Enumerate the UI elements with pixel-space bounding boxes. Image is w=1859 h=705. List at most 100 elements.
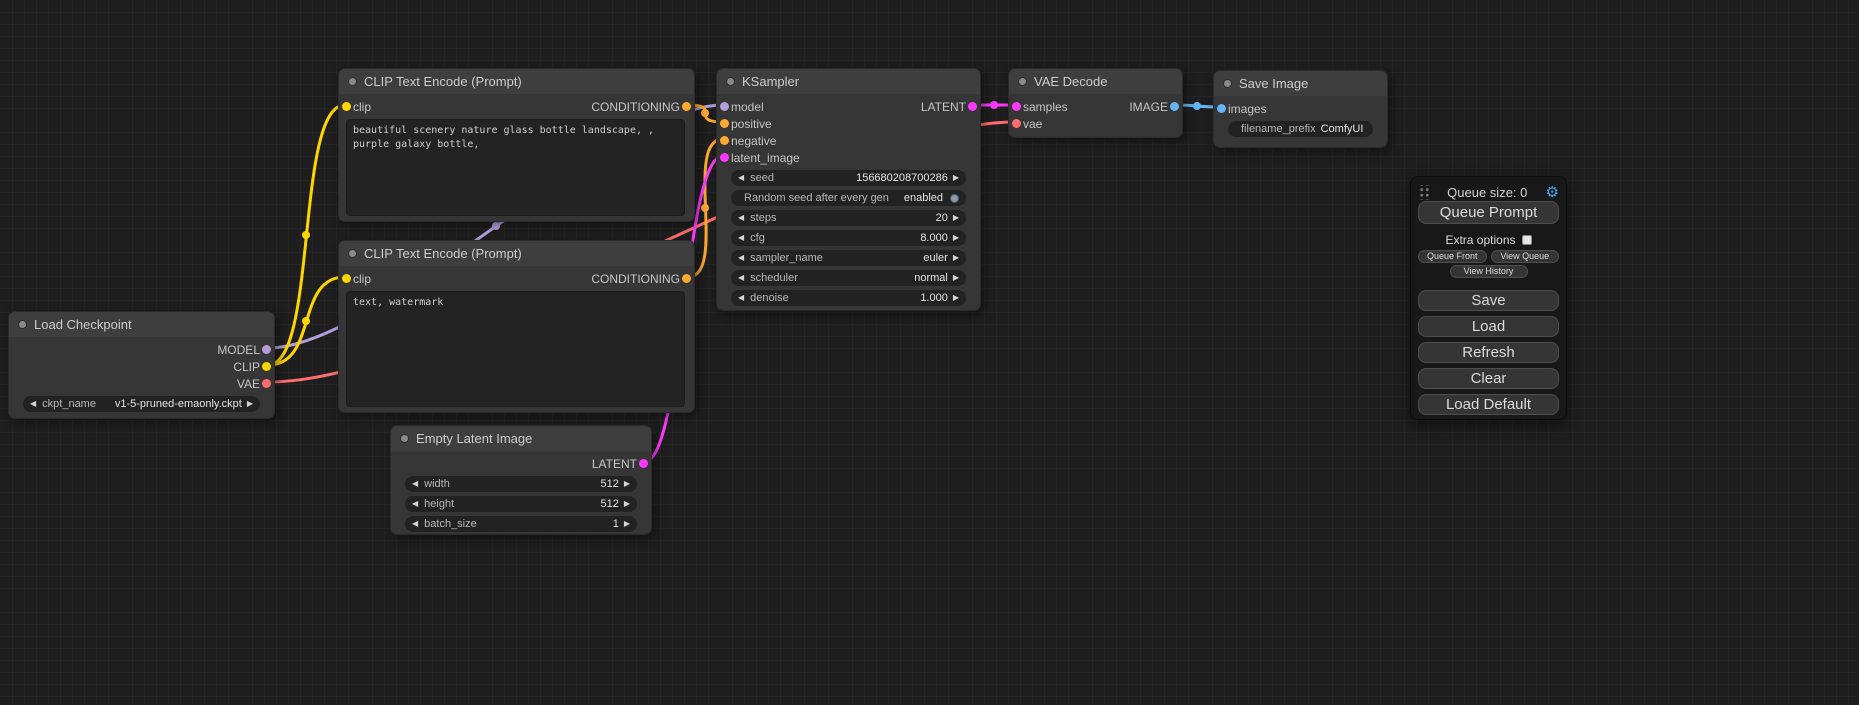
- node-title-bar[interactable]: Save Image: [1214, 71, 1387, 96]
- input-slot-vae[interactable]: [1012, 119, 1021, 128]
- extra-options-checkbox[interactable]: [1522, 235, 1532, 245]
- node-empty-latent-image[interactable]: Empty Latent Image LATENT ◀ width 512 ▶ …: [390, 425, 652, 535]
- increment-arrow-icon[interactable]: ▶: [953, 294, 959, 302]
- node-ksampler[interactable]: KSampler model LATENT positive negative …: [716, 68, 981, 311]
- input-label-model: model: [731, 100, 764, 114]
- decrement-arrow-icon[interactable]: ◀: [738, 274, 744, 282]
- node-save-image[interactable]: Save Image images filename_prefix ComfyU…: [1213, 70, 1388, 148]
- collapse-dot-icon[interactable]: [348, 249, 357, 258]
- input-slot-images[interactable]: [1217, 104, 1226, 113]
- refresh-button[interactable]: Refresh: [1418, 342, 1559, 363]
- widget-label: cfg: [750, 232, 765, 244]
- decrement-arrow-icon[interactable]: ◀: [30, 400, 36, 408]
- decrement-arrow-icon[interactable]: ◀: [738, 234, 744, 242]
- queue-menu-panel: Queue size: 0 ⚙ Queue Prompt Extra optio…: [1410, 176, 1567, 420]
- widget-sampler-name[interactable]: ◀ sampler_name euler ▶: [731, 250, 966, 266]
- increment-arrow-icon[interactable]: ▶: [624, 520, 630, 528]
- node-title-bar[interactable]: Load Checkpoint: [9, 312, 274, 337]
- collapse-dot-icon[interactable]: [348, 77, 357, 86]
- widget-label: sampler_name: [750, 252, 823, 264]
- output-slot-image[interactable]: [1170, 102, 1179, 111]
- node-title-bar[interactable]: CLIP Text Encode (Prompt): [339, 69, 694, 94]
- input-slot-samples[interactable]: [1012, 102, 1021, 111]
- node-title-text: VAE Decode: [1034, 74, 1107, 89]
- input-slot-negative[interactable]: [720, 136, 729, 145]
- decrement-arrow-icon[interactable]: ◀: [738, 174, 744, 182]
- output-slot-conditioning[interactable]: [682, 102, 691, 111]
- toggle-knob[interactable]: [950, 194, 959, 203]
- widget-scheduler[interactable]: ◀ scheduler normal ▶: [731, 270, 966, 286]
- save-button[interactable]: Save: [1418, 290, 1559, 311]
- widget-denoise[interactable]: ◀ denoise 1.000 ▶: [731, 290, 966, 306]
- decrement-arrow-icon[interactable]: ◀: [412, 520, 418, 528]
- widget-random-seed-toggle[interactable]: Random seed after every gen enabled: [731, 190, 966, 206]
- queue-prompt-button[interactable]: Queue Prompt: [1418, 201, 1559, 224]
- widget-cfg[interactable]: ◀ cfg 8.000 ▶: [731, 230, 966, 246]
- collapse-dot-icon[interactable]: [18, 320, 27, 329]
- increment-arrow-icon[interactable]: ▶: [953, 214, 959, 222]
- node-title-bar[interactable]: Empty Latent Image: [391, 426, 651, 451]
- view-queue-button[interactable]: View Queue: [1491, 250, 1560, 263]
- slot-row: negative: [717, 132, 980, 149]
- node-title-bar[interactable]: VAE Decode: [1009, 69, 1182, 94]
- node-title-bar[interactable]: CLIP Text Encode (Prompt): [339, 241, 694, 266]
- widget-label: width: [424, 478, 450, 490]
- widget-width[interactable]: ◀ width 512 ▶: [405, 476, 637, 492]
- collapse-dot-icon[interactable]: [1223, 79, 1232, 88]
- widget-height[interactable]: ◀ height 512 ▶: [405, 496, 637, 512]
- collapse-dot-icon[interactable]: [726, 77, 735, 86]
- wire-midpoint-dot: [302, 317, 310, 325]
- negative-prompt-textarea[interactable]: text, watermark: [346, 291, 685, 407]
- input-label-positive: positive: [731, 117, 772, 131]
- clear-button[interactable]: Clear: [1418, 368, 1559, 389]
- node-title-text: CLIP Text Encode (Prompt): [364, 74, 522, 89]
- collapse-dot-icon[interactable]: [1018, 77, 1027, 86]
- node-vae-decode[interactable]: VAE Decode samples IMAGE vae: [1008, 68, 1183, 138]
- increment-arrow-icon[interactable]: ▶: [624, 500, 630, 508]
- output-slot-latent[interactable]: [639, 459, 648, 468]
- view-history-button[interactable]: View History: [1450, 265, 1528, 278]
- increment-arrow-icon[interactable]: ▶: [953, 274, 959, 282]
- widget-filename-prefix[interactable]: filename_prefix ComfyUI: [1228, 121, 1373, 137]
- menu-stack: Save Load Refresh Clear Load Default: [1418, 290, 1559, 415]
- node-clip-text-encode-positive[interactable]: CLIP Text Encode (Prompt) clip CONDITION…: [338, 68, 695, 222]
- decrement-arrow-icon[interactable]: ◀: [738, 294, 744, 302]
- decrement-arrow-icon[interactable]: ◀: [738, 254, 744, 262]
- output-slot-conditioning[interactable]: [682, 274, 691, 283]
- node-graph-canvas[interactable]: Load Checkpoint MODEL CLIP VAE ◀ ckpt_na…: [0, 0, 1859, 705]
- increment-arrow-icon[interactable]: ▶: [247, 400, 253, 408]
- drag-handle-icon[interactable]: [1418, 185, 1429, 200]
- decrement-arrow-icon[interactable]: ◀: [412, 500, 418, 508]
- widget-ckpt-name[interactable]: ◀ ckpt_name v1-5-pruned-emaonly.ckpt ▶: [23, 396, 260, 412]
- increment-arrow-icon[interactable]: ▶: [953, 234, 959, 242]
- node-clip-text-encode-negative[interactable]: CLIP Text Encode (Prompt) clip CONDITION…: [338, 240, 695, 413]
- output-slot-vae[interactable]: [262, 379, 271, 388]
- widget-seed[interactable]: ◀ seed 156680208700286 ▶: [731, 170, 966, 186]
- widget-value: 8.000: [920, 232, 948, 244]
- widget-label: seed: [750, 172, 774, 184]
- load-default-button[interactable]: Load Default: [1418, 394, 1559, 415]
- queue-front-button[interactable]: Queue Front: [1418, 250, 1487, 263]
- load-button[interactable]: Load: [1418, 316, 1559, 337]
- collapse-dot-icon[interactable]: [400, 434, 409, 443]
- increment-arrow-icon[interactable]: ▶: [953, 174, 959, 182]
- decrement-arrow-icon[interactable]: ◀: [738, 214, 744, 222]
- input-slot-clip[interactable]: [342, 274, 351, 283]
- widget-batch-size[interactable]: ◀ batch_size 1 ▶: [405, 516, 637, 532]
- positive-prompt-textarea[interactable]: beautiful scenery nature glass bottle la…: [346, 119, 685, 216]
- output-slot-model[interactable]: [262, 345, 271, 354]
- settings-gear-icon[interactable]: ⚙: [1546, 185, 1559, 200]
- widget-value: 156680208700286: [856, 172, 948, 184]
- input-slot-clip[interactable]: [342, 102, 351, 111]
- input-slot-latent-image[interactable]: [720, 153, 729, 162]
- output-slot-latent[interactable]: [968, 102, 977, 111]
- decrement-arrow-icon[interactable]: ◀: [412, 480, 418, 488]
- increment-arrow-icon[interactable]: ▶: [953, 254, 959, 262]
- widget-steps[interactable]: ◀ steps 20 ▶: [731, 210, 966, 226]
- node-title-bar[interactable]: KSampler: [717, 69, 980, 94]
- node-load-checkpoint[interactable]: Load Checkpoint MODEL CLIP VAE ◀ ckpt_na…: [8, 311, 275, 419]
- input-slot-model[interactable]: [720, 102, 729, 111]
- input-slot-positive[interactable]: [720, 119, 729, 128]
- increment-arrow-icon[interactable]: ▶: [624, 480, 630, 488]
- output-slot-clip[interactable]: [262, 362, 271, 371]
